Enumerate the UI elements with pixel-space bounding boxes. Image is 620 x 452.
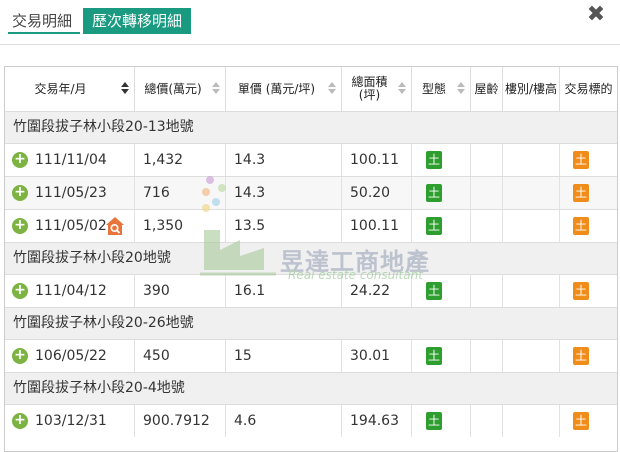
row-age xyxy=(471,405,503,437)
header-date-label: 交易年/月 xyxy=(34,81,87,96)
land-type-badge: 土 xyxy=(426,151,442,169)
expand-plus-icon[interactable]: + xyxy=(12,348,28,364)
header-age: 屋齡 xyxy=(471,67,503,111)
row-area: 100.11 xyxy=(342,144,412,176)
row-date: 103/12/31 xyxy=(35,413,107,429)
row-total-price: 1,350 xyxy=(135,210,226,242)
header-unit-price-label: 單價 (萬元/坪) xyxy=(237,81,316,96)
land-target-badge: 土 xyxy=(573,217,589,235)
header-total-price[interactable]: 總價(萬元) xyxy=(135,67,226,111)
land-target-badge: 土 xyxy=(573,412,589,430)
close-button[interactable]: ✖ xyxy=(586,4,606,26)
row-floor xyxy=(503,275,560,307)
row-total-price: 450 xyxy=(135,340,226,372)
land-type-badge: 土 xyxy=(426,282,442,300)
transfer-history-table: 交易年/月 總價(萬元) 單價 (萬元/坪) 總面積 (坪) 型態 屋齡 樓別/… xyxy=(4,66,618,452)
row-total-price: 716 xyxy=(135,177,226,209)
header-unit-price[interactable]: 單價 (萬元/坪) xyxy=(226,67,342,111)
header-target-label: 交易標的 xyxy=(564,81,613,96)
row-floor xyxy=(503,144,560,176)
row-age xyxy=(471,144,503,176)
group-title: 竹圍段拔子林小段20-13地號 xyxy=(13,119,194,135)
sort-icon xyxy=(457,82,465,96)
table-row[interactable]: + 111/11/04 1,432 14.3 100.11 土 土 xyxy=(5,143,617,176)
land-type-badge: 土 xyxy=(426,412,442,430)
table-header: 交易年/月 總價(萬元) 單價 (萬元/坪) 總面積 (坪) 型態 屋齡 樓別/… xyxy=(5,67,617,112)
expand-plus-icon[interactable]: + xyxy=(12,218,28,234)
tab-transfer-history[interactable]: 歷次轉移明細 xyxy=(83,8,191,34)
row-floor xyxy=(503,405,560,437)
house-search-icon[interactable] xyxy=(105,216,125,236)
row-total-price: 390 xyxy=(135,275,226,307)
sort-icon xyxy=(121,82,129,96)
expand-plus-icon[interactable]: + xyxy=(12,185,28,201)
header-total-price-label: 總價(萬元) xyxy=(144,81,202,96)
header-type-label: 型態 xyxy=(421,81,446,96)
land-target-badge: 土 xyxy=(573,184,589,202)
row-date: 111/05/02 xyxy=(35,218,107,234)
row-area: 50.20 xyxy=(342,177,412,209)
row-area: 30.01 xyxy=(342,340,412,372)
row-area: 194.63 xyxy=(342,405,412,437)
header-type[interactable]: 型態 xyxy=(412,67,471,111)
group-row: 竹圍段拔子林小段20-13地號 xyxy=(5,111,617,143)
row-date: 106/05/22 xyxy=(35,348,107,364)
group-title: 竹圍段拔子林小段20地號 xyxy=(13,250,171,266)
row-area: 24.22 xyxy=(342,275,412,307)
row-unit-price: 15 xyxy=(226,340,342,372)
group-row: 竹圍段拔子林小段20-4地號 xyxy=(5,372,617,404)
row-age xyxy=(471,340,503,372)
expand-plus-icon[interactable]: + xyxy=(12,152,28,168)
land-target-badge: 土 xyxy=(573,151,589,169)
row-date: 111/05/23 xyxy=(35,185,107,201)
table-row[interactable]: + 111/04/12 390 16.1 24.22 土 土 xyxy=(5,274,617,307)
row-unit-price: 14.3 xyxy=(226,144,342,176)
sort-icon xyxy=(212,82,220,96)
group-title: 竹圍段拔子林小段20-4地號 xyxy=(13,380,185,396)
land-type-badge: 土 xyxy=(426,347,442,365)
header-target: 交易標的 xyxy=(560,67,617,111)
row-age xyxy=(471,210,503,242)
sort-icon xyxy=(328,82,336,96)
header-total-area[interactable]: 總面積 (坪) xyxy=(342,67,412,111)
table-row[interactable]: + 111/05/23 716 14.3 50.20 土 土 xyxy=(5,176,617,209)
row-unit-price: 16.1 xyxy=(226,275,342,307)
land-target-badge: 土 xyxy=(573,282,589,300)
header-age-label: 屋齡 xyxy=(474,81,499,96)
row-floor xyxy=(503,340,560,372)
row-floor xyxy=(503,177,560,209)
group-row: 竹圍段拔子林小段20地號 xyxy=(5,242,617,274)
row-date: 111/11/04 xyxy=(35,152,107,168)
row-total-price: 900.7912 xyxy=(135,405,226,437)
tab-divider xyxy=(0,44,620,45)
table-row[interactable]: + 103/12/31 900.7912 4.6 194.63 土 土 xyxy=(5,404,617,437)
header-date[interactable]: 交易年/月 xyxy=(5,67,135,111)
row-total-price: 1,432 xyxy=(135,144,226,176)
row-unit-price: 13.5 xyxy=(226,210,342,242)
land-type-badge: 土 xyxy=(426,184,442,202)
group-title: 竹圍段拔子林小段20-26地號 xyxy=(13,315,194,331)
row-date: 111/04/12 xyxy=(35,283,107,299)
sort-icon xyxy=(398,82,406,96)
row-floor xyxy=(503,210,560,242)
row-age xyxy=(471,275,503,307)
table-row[interactable]: + 111/05/02 1,350 13.5 100.11 土 土 xyxy=(5,209,617,242)
land-type-badge: 土 xyxy=(426,217,442,235)
tab-transaction-details[interactable]: 交易明細 xyxy=(8,8,80,34)
row-area: 100.11 xyxy=(342,210,412,242)
header-floor: 樓別/樓高 xyxy=(503,67,560,111)
land-target-badge: 土 xyxy=(573,347,589,365)
row-age xyxy=(471,177,503,209)
expand-plus-icon[interactable]: + xyxy=(12,413,28,429)
row-unit-price: 14.3 xyxy=(226,177,342,209)
tab-bar: 交易明細 歷次轉移明細 ✖ xyxy=(0,0,620,44)
expand-plus-icon[interactable]: + xyxy=(12,283,28,299)
table-row[interactable]: + 106/05/22 450 15 30.01 土 土 xyxy=(5,339,617,372)
header-floor-label: 樓別/樓高 xyxy=(504,81,558,96)
group-row: 竹圍段拔子林小段20-26地號 xyxy=(5,307,617,339)
header-total-area-label: 總面積 (坪) xyxy=(351,75,388,102)
row-unit-price: 4.6 xyxy=(226,405,342,437)
